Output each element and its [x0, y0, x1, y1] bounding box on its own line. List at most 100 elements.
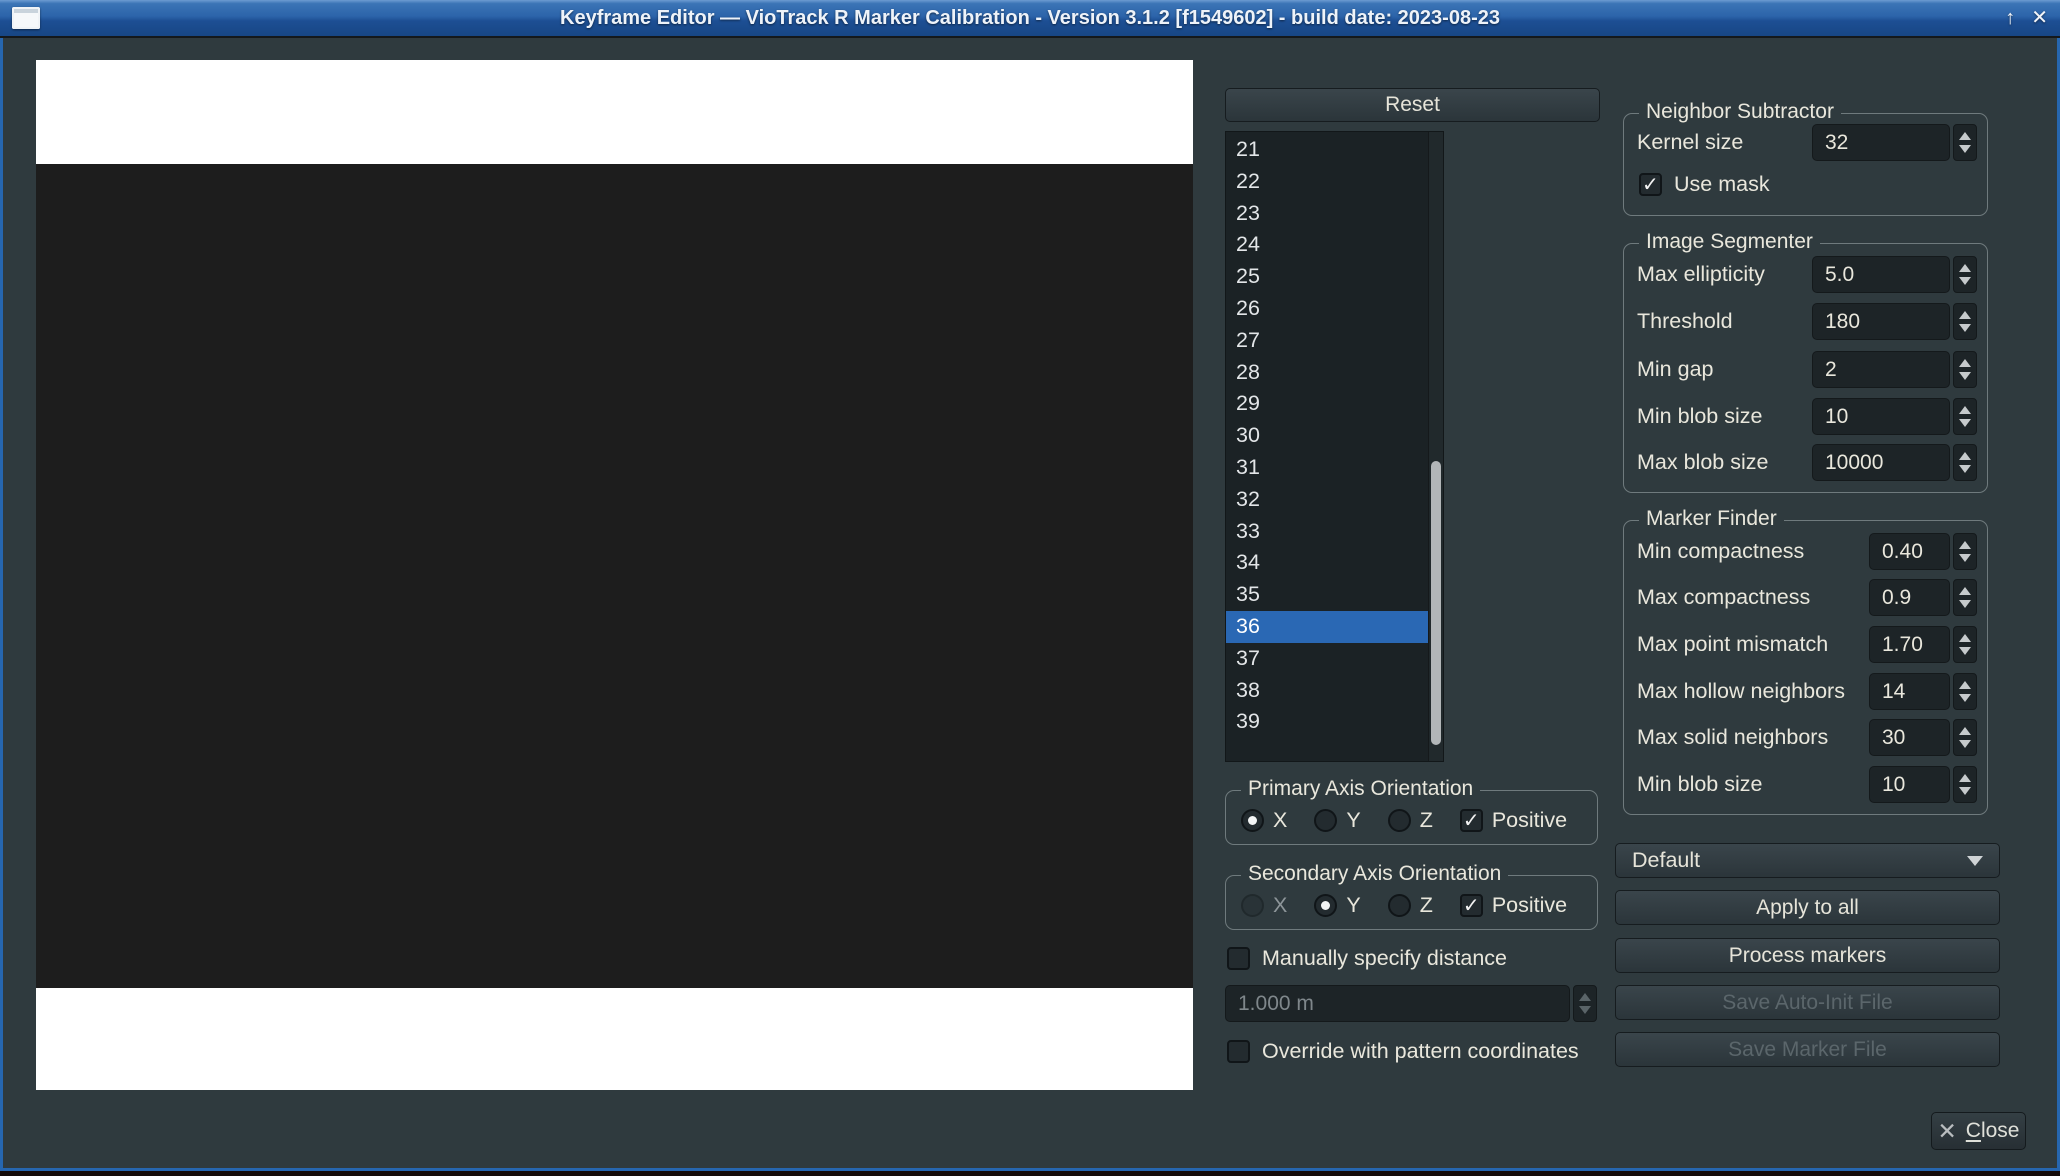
spin-value[interactable]: 1.70: [1869, 626, 1950, 663]
param-label: Max solid neighbors: [1637, 725, 1869, 750]
scrollbar-thumb[interactable]: [1431, 461, 1441, 745]
spinner-arrows-icon[interactable]: [1953, 351, 1977, 388]
keyframe-item-30[interactable]: 30: [1226, 420, 1443, 452]
param-label: Min blob size: [1637, 404, 1812, 429]
keyframe-item-37[interactable]: 37: [1226, 643, 1443, 675]
keyframe-item-33[interactable]: 33: [1226, 516, 1443, 548]
reset-button[interactable]: Reset: [1225, 88, 1600, 122]
positive-checkbox[interactable]: [1460, 894, 1483, 917]
radio-y[interactable]: [1314, 894, 1337, 917]
spin-value[interactable]: 10: [1869, 766, 1950, 803]
marker-finder-title: Marker Finder: [1639, 507, 1784, 531]
override-checkbox[interactable]: [1227, 1040, 1250, 1063]
spin-value[interactable]: 10: [1812, 398, 1950, 435]
keyframe-item-25[interactable]: 25: [1226, 261, 1443, 293]
axis-option-y: Y: [1314, 808, 1360, 833]
positive-checkbox[interactable]: [1460, 809, 1483, 832]
spin-value[interactable]: 2: [1812, 351, 1950, 388]
radio-label: Y: [1346, 893, 1360, 918]
spinner-arrows-icon[interactable]: [1953, 533, 1977, 570]
radio-label: Y: [1346, 808, 1360, 833]
spinner-arrows-icon[interactable]: [1953, 303, 1977, 340]
distance-spinbox[interactable]: 1.000 m: [1225, 985, 1597, 1022]
spin-value[interactable]: 180: [1812, 303, 1950, 340]
neighbor-subtractor-title: Neighbor Subtractor: [1639, 100, 1841, 124]
param-row-max-compactness: Max compactness0.9: [1637, 579, 1977, 616]
keyframe-item-27[interactable]: 27: [1226, 325, 1443, 357]
keyframe-item-35[interactable]: 35: [1226, 579, 1443, 611]
spin-value[interactable]: 30: [1869, 719, 1950, 756]
axis-option-z: Z: [1388, 808, 1433, 833]
keyframe-item-22[interactable]: 22: [1226, 166, 1443, 198]
process-markers-button[interactable]: Process markers: [1615, 938, 2000, 973]
radio-z[interactable]: [1388, 894, 1411, 917]
save-auto-init-file-button[interactable]: Save Auto-Init File: [1615, 985, 2000, 1020]
distance-value[interactable]: 1.000 m: [1225, 985, 1570, 1022]
apply-to-all-button[interactable]: Apply to all: [1615, 890, 2000, 925]
spinner-arrows-icon[interactable]: [1953, 124, 1977, 161]
max-hollow-neighbors-spinbox[interactable]: 14: [1869, 673, 1977, 710]
keyframe-item-32[interactable]: 32: [1226, 484, 1443, 516]
keyframe-item-29[interactable]: 29: [1226, 388, 1443, 420]
keyframe-item-24[interactable]: 24: [1226, 229, 1443, 261]
threshold-spinbox[interactable]: 180: [1812, 303, 1977, 340]
spin-value[interactable]: 0.9: [1869, 579, 1950, 616]
axis-option-x: X: [1241, 808, 1287, 833]
radio-x[interactable]: [1241, 809, 1264, 832]
save-marker-file-button[interactable]: Save Marker File: [1615, 1032, 2000, 1067]
min-blob-size-spinbox[interactable]: 10: [1812, 398, 1977, 435]
kernel-size-spinbox[interactable]: 32: [1812, 124, 1977, 161]
spinner-arrows-icon[interactable]: [1953, 719, 1977, 756]
spinner-arrows-icon[interactable]: [1573, 985, 1597, 1022]
close-x-icon: ✕: [1938, 1120, 1957, 1143]
spinner-arrows-icon[interactable]: [1953, 256, 1977, 293]
keyframe-item-28[interactable]: 28: [1226, 357, 1443, 389]
keyframe-item-36[interactable]: 36: [1226, 611, 1443, 643]
param-label: Max blob size: [1637, 450, 1812, 475]
keyframe-item-39[interactable]: 39: [1226, 706, 1443, 738]
spin-value[interactable]: 10000: [1812, 444, 1950, 481]
keyframe-item-34[interactable]: 34: [1226, 547, 1443, 579]
keyframe-item-21[interactable]: 21: [1226, 134, 1443, 166]
use-mask-checkbox[interactable]: [1639, 173, 1662, 196]
close-window-icon[interactable]: ✕: [2031, 8, 2048, 28]
shade-window-icon[interactable]: ↑: [2005, 8, 2015, 28]
param-row-min-blob-size: Min blob size10: [1637, 766, 1977, 803]
radio-z[interactable]: [1388, 809, 1411, 832]
spinner-arrows-icon[interactable]: [1953, 398, 1977, 435]
max-compactness-spinbox[interactable]: 0.9: [1869, 579, 1977, 616]
spinner-arrows-icon[interactable]: [1953, 766, 1977, 803]
keyframe-list[interactable]: 21222324252627282930313233343536373839: [1225, 131, 1444, 762]
param-label: Min blob size: [1637, 772, 1869, 797]
min-blob-size-spinbox[interactable]: 10: [1869, 766, 1977, 803]
spinner-arrows-icon[interactable]: [1953, 673, 1977, 710]
positive-label: Positive: [1492, 893, 1567, 918]
max-ellipticity-spinbox[interactable]: 5.0: [1812, 256, 1977, 293]
keyframe-item-31[interactable]: 31: [1226, 452, 1443, 484]
spin-value[interactable]: 5.0: [1812, 256, 1950, 293]
max-blob-size-spinbox[interactable]: 10000: [1812, 444, 1977, 481]
spinner-arrows-icon[interactable]: [1953, 579, 1977, 616]
spin-value[interactable]: 32: [1812, 124, 1950, 161]
spin-value[interactable]: 0.40: [1869, 533, 1950, 570]
spin-value[interactable]: 14: [1869, 673, 1950, 710]
positive-option: Positive: [1460, 808, 1567, 833]
max-point-mismatch-spinbox[interactable]: 1.70: [1869, 626, 1977, 663]
max-solid-neighbors-spinbox[interactable]: 30: [1869, 719, 1977, 756]
keyframe-item-38[interactable]: 38: [1226, 675, 1443, 707]
min-gap-spinbox[interactable]: 2: [1812, 351, 1977, 388]
spinner-arrows-icon[interactable]: [1953, 444, 1977, 481]
min-compactness-spinbox[interactable]: 0.40: [1869, 533, 1977, 570]
spinner-arrows-icon[interactable]: [1953, 626, 1977, 663]
manual-distance-checkbox[interactable]: [1227, 947, 1250, 970]
keyframe-item-26[interactable]: 26: [1226, 293, 1443, 325]
param-label: Threshold: [1637, 309, 1812, 334]
secondary-axis-title: Secondary Axis Orientation: [1241, 862, 1508, 886]
keyframe-item-23[interactable]: 23: [1226, 198, 1443, 230]
preset-dropdown[interactable]: Default: [1615, 843, 2000, 878]
close-button[interactable]: ✕ Close: [1931, 1112, 2026, 1150]
radio-y[interactable]: [1314, 809, 1337, 832]
radio-x[interactable]: [1241, 894, 1264, 917]
titlebar[interactable]: Keyframe Editor — VioTrack R Marker Cali…: [0, 0, 2060, 38]
list-scrollbar[interactable]: [1428, 132, 1443, 761]
